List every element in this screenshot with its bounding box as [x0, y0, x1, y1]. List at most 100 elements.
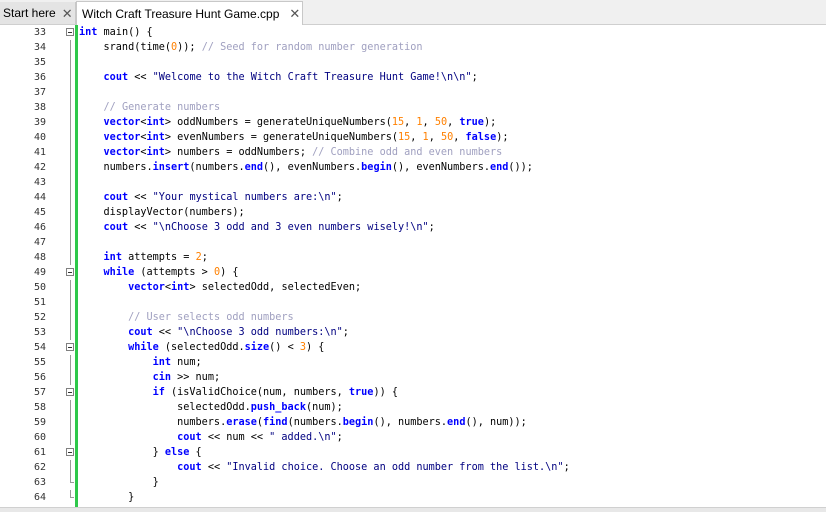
horizontal-scrollbar[interactable]: [0, 507, 826, 512]
code-line[interactable]: 44 cout << "Your mystical numbers are:\n…: [0, 190, 826, 205]
code-line[interactable]: 54 while (selectedOdd.size() < 3) {: [0, 340, 826, 355]
fold-guide-line: [70, 370, 71, 385]
line-number: 54: [33, 342, 46, 353]
code-line[interactable]: 64 }: [0, 490, 826, 505]
code-line[interactable]: 48 int attempts = 2;: [0, 250, 826, 265]
code-line[interactable]: 51: [0, 295, 826, 310]
code-text: vector<int> evenNumbers = generateUnique…: [103, 132, 509, 143]
fold-end-marker: [70, 490, 74, 498]
code-line[interactable]: 62 cout << "Invalid choice. Choose an od…: [0, 460, 826, 475]
code-line[interactable]: 36 cout << "Welcome to the Witch Craft T…: [0, 70, 826, 85]
code-text: }: [79, 492, 135, 503]
code-line[interactable]: 46 cout << "\nChoose 3 odd and 3 even nu…: [0, 220, 826, 235]
fold-guide-line: [70, 145, 71, 160]
tab-label: Witch Craft Treasure Hunt Game.cpp: [82, 6, 280, 21]
fold-guide-line: [70, 430, 71, 445]
code-text: vector<int> oddNumbers = generateUniqueN…: [103, 117, 497, 128]
close-icon[interactable]: ✕: [62, 7, 73, 20]
fold-end-marker: [70, 475, 74, 483]
fold-guide-line: [70, 205, 71, 220]
code-line[interactable]: 42 numbers.insert(numbers.end(), evenNum…: [0, 160, 826, 175]
code-line[interactable]: 53 cout << "\nChoose 3 odd numbers:\n";: [0, 325, 826, 340]
code-text: vector<int> numbers = oddNumbers; // Com…: [103, 147, 503, 158]
fold-guide-line: [70, 70, 71, 85]
code-line[interactable]: 50 vector<int> selectedOdd, selectedEven…: [0, 280, 826, 295]
fold-guide-line: [70, 355, 71, 370]
code-line[interactable]: 43: [0, 175, 826, 190]
code-text: cout << "Welcome to the Witch Craft Trea…: [103, 72, 478, 83]
code-line[interactable]: 45 displayVector(numbers);: [0, 205, 826, 220]
fold-toggle-icon[interactable]: [66, 268, 74, 276]
code-line[interactable]: 41 vector<int> numbers = oddNumbers; // …: [0, 145, 826, 160]
fold-guide-line: [70, 280, 71, 295]
fold-toggle-icon[interactable]: [66, 448, 74, 456]
code-line[interactable]: 55 int num;: [0, 355, 826, 370]
fold-guide-line: [70, 190, 71, 205]
code-line[interactable]: 59 numbers.erase(find(numbers.begin(), n…: [0, 415, 826, 430]
line-number: 47: [33, 237, 46, 248]
code-text: int main() {: [79, 27, 153, 38]
line-number: 60: [33, 432, 46, 443]
code-text: cout << num << " added.\n";: [177, 432, 343, 443]
fold-guide-line: [70, 460, 71, 475]
code-line[interactable]: 47: [0, 235, 826, 250]
code-text: cin >> num;: [152, 372, 221, 383]
fold-guide-line: [70, 175, 71, 190]
fold-guide-line: [70, 130, 71, 145]
code-line[interactable]: 58 selectedOdd.push_back(num);: [0, 400, 826, 415]
close-icon[interactable]: ✕: [289, 7, 300, 20]
line-number: 40: [33, 132, 46, 143]
fold-guide-line: [70, 295, 71, 310]
line-number: 59: [33, 417, 46, 428]
code-line[interactable]: 56 cin >> num;: [0, 370, 826, 385]
code-editor[interactable]: 33 int main() { 34 srand(time(0)); // Seed…: [0, 25, 826, 507]
tab-start-here[interactable]: Start here ✕: [0, 2, 76, 24]
line-number: 44: [33, 192, 46, 203]
code-line[interactable]: 61 } else {: [0, 445, 826, 460]
line-number: 42: [33, 162, 46, 173]
fold-toggle-icon[interactable]: [66, 343, 74, 351]
line-number: 35: [33, 57, 46, 68]
code-line[interactable]: 49 while (attempts > 0) {: [0, 265, 826, 280]
code-text: cout << "Invalid choice. Choose an odd n…: [177, 462, 570, 473]
code-text: cout << "\nChoose 3 odd numbers:\n";: [128, 327, 349, 338]
line-number: 36: [33, 72, 46, 83]
code-line[interactable]: 33 int main() {: [0, 25, 826, 40]
code-line[interactable]: 60 cout << num << " added.\n";: [0, 430, 826, 445]
fold-toggle-icon[interactable]: [66, 28, 74, 36]
line-number: 52: [33, 312, 46, 323]
line-number: 46: [33, 222, 46, 233]
code-line[interactable]: 63 }: [0, 475, 826, 490]
line-number: 62: [33, 462, 46, 473]
fold-guide-line: [70, 220, 71, 235]
line-number: 37: [33, 87, 46, 98]
code-line[interactable]: 34 srand(time(0)); // Seed for random nu…: [0, 40, 826, 55]
line-number: 63: [33, 477, 46, 488]
fold-guide-line: [70, 325, 71, 340]
fold-guide-line: [70, 310, 71, 325]
code-text: numbers.insert(numbers.end(), evenNumber…: [79, 162, 533, 173]
line-number: 49: [33, 267, 46, 278]
code-line[interactable]: 40 vector<int> evenNumbers = generateUni…: [0, 130, 826, 145]
code-line[interactable]: 35: [0, 55, 826, 70]
line-number: 39: [33, 117, 46, 128]
line-number: 50: [33, 282, 46, 293]
code-line[interactable]: 39 vector<int> oddNumbers = generateUniq…: [0, 115, 826, 130]
line-number: 34: [33, 42, 46, 53]
code-text: if (isValidChoice(num, numbers, true)) {: [152, 387, 398, 398]
line-number: 38: [33, 102, 46, 113]
code-line[interactable]: 57 if (isValidChoice(num, numbers, true)…: [0, 385, 826, 400]
line-number: 61: [33, 447, 46, 458]
line-number: 33: [33, 27, 46, 38]
code-text: cout << "\nChoose 3 odd and 3 even numbe…: [103, 222, 435, 233]
code-line[interactable]: 37: [0, 85, 826, 100]
code-line[interactable]: 38 // Generate numbers: [0, 100, 826, 115]
fold-toggle-icon[interactable]: [66, 388, 74, 396]
code-text: vector<int> selectedOdd, selectedEven;: [128, 282, 362, 293]
code-line[interactable]: 52 // User selects odd numbers: [0, 310, 826, 325]
tab-witch-craft-cpp[interactable]: Witch Craft Treasure Hunt Game.cpp ✕: [76, 1, 303, 25]
line-number: 51: [33, 297, 46, 308]
tab-label: Start here: [3, 6, 56, 20]
line-number: 64: [33, 492, 46, 503]
fold-guide-line: [70, 55, 71, 70]
